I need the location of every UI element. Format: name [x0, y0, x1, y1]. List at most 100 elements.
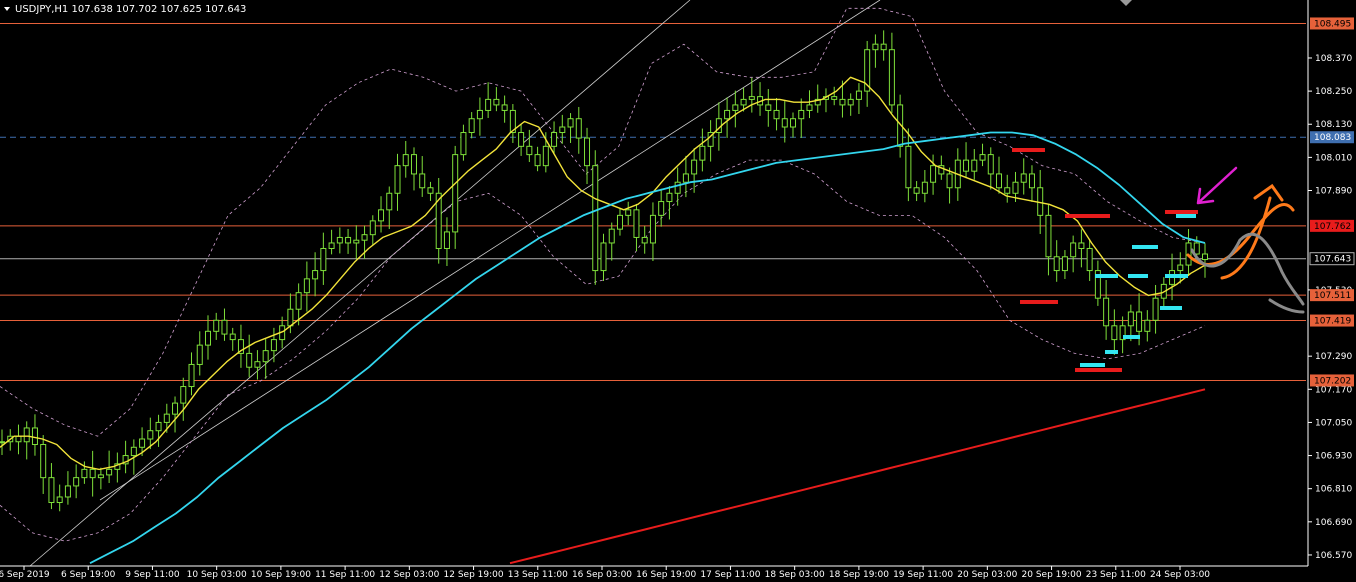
price-tag-label: 107.511 — [1314, 291, 1351, 301]
candle-body — [913, 187, 920, 194]
candle-body — [592, 165, 599, 272]
candle-body — [15, 435, 22, 443]
time-tick-label: 11 Sep 11:00 — [315, 570, 375, 580]
candle-body — [781, 118, 788, 128]
price-tick-label: 108.010 — [1315, 153, 1352, 163]
candle-body — [1086, 247, 1093, 272]
time-tick-label: 20 Sep 19:00 — [1022, 570, 1082, 580]
candle-body — [765, 104, 772, 111]
candle-body — [732, 104, 739, 111]
candle-body — [40, 444, 47, 479]
price-tag-label: 107.419 — [1314, 317, 1351, 327]
candle-body — [501, 104, 508, 111]
candle-body — [361, 234, 368, 241]
candle-body — [806, 104, 813, 111]
candle-body — [567, 118, 574, 128]
candle-body — [649, 214, 656, 244]
time-tick-label: 23 Sep 11:00 — [1086, 570, 1146, 580]
candle-body — [855, 90, 862, 100]
price-tick-label: 106.810 — [1315, 485, 1352, 495]
price-tag-label: 107.762 — [1314, 222, 1351, 232]
candle-body — [1070, 242, 1077, 258]
time-tick-label: 19 Sep 11:00 — [893, 570, 953, 580]
time-tick-label: 6 Sep 19:00 — [61, 570, 116, 580]
candle-body — [369, 220, 376, 236]
candle-body — [254, 361, 261, 368]
candle-body — [1136, 311, 1143, 332]
candle-body — [666, 192, 673, 203]
candle-body — [221, 319, 228, 335]
candle-body — [921, 181, 928, 194]
candle-body — [443, 231, 450, 249]
price-tick-label: 108.250 — [1315, 87, 1352, 97]
candle-body — [328, 242, 335, 249]
candle-body — [905, 145, 912, 189]
candle-body — [106, 468, 113, 476]
candle-body — [312, 270, 319, 280]
candle-body — [987, 154, 994, 175]
candle-body — [1127, 311, 1134, 327]
candle-body — [48, 477, 55, 503]
candle-body — [188, 363, 195, 388]
candle-body — [1202, 253, 1208, 261]
candle-body — [1028, 173, 1035, 189]
price-tick-label: 107.170 — [1315, 385, 1352, 395]
candle-body — [427, 187, 434, 194]
candle-body — [56, 496, 63, 503]
time-tick-label: 17 Sep 11:00 — [700, 570, 760, 580]
candle-body — [996, 173, 1003, 189]
candle-body — [534, 154, 541, 167]
candle-body — [847, 98, 854, 106]
candle-body — [23, 427, 30, 443]
candle-body — [963, 159, 970, 172]
candle-body — [97, 474, 104, 479]
candle-body — [246, 352, 253, 368]
time-tick-label: 16 Sep 19:00 — [636, 570, 696, 580]
price-tick-label: 107.890 — [1315, 187, 1352, 197]
candle-body — [394, 165, 401, 194]
time-tick-label: 20 Sep 03:00 — [957, 570, 1017, 580]
candle-body — [641, 236, 648, 244]
candle-body — [172, 402, 179, 415]
candle-body — [402, 154, 409, 167]
candle-body — [839, 98, 846, 106]
candle-body — [724, 109, 731, 120]
candle-body — [229, 333, 236, 341]
candle-body — [740, 98, 747, 106]
candle-body — [526, 145, 533, 156]
candle-body — [320, 247, 327, 272]
candle-body — [419, 173, 426, 189]
candle-body — [1144, 319, 1151, 332]
candle-body — [452, 154, 459, 233]
candle-body — [608, 228, 615, 244]
candle-body — [1177, 264, 1184, 272]
candle-body — [575, 118, 582, 139]
candle-body — [1061, 256, 1068, 272]
candle-body — [682, 173, 689, 183]
time-tick-label: 13 Sep 11:00 — [508, 570, 568, 580]
candle-body — [888, 49, 895, 106]
price-tick-label: 108.130 — [1315, 120, 1352, 130]
candle-body — [64, 485, 71, 498]
candle-body — [625, 209, 632, 216]
price-tick-label: 107.290 — [1315, 352, 1352, 362]
price-tick-label: 106.570 — [1315, 551, 1352, 561]
price-tag-label: 108.083 — [1314, 133, 1351, 143]
candle-body — [1004, 187, 1011, 194]
candle-body — [616, 214, 623, 230]
candle-body — [1111, 325, 1118, 341]
candle-body — [1045, 214, 1052, 258]
candle-body — [633, 209, 640, 238]
candle-body — [946, 173, 953, 189]
candle-body — [584, 137, 591, 167]
candle-body — [1012, 181, 1019, 194]
price-tag-label: 107.202 — [1314, 376, 1351, 386]
candle-body — [1053, 256, 1060, 272]
candle-body — [518, 132, 525, 147]
candle-body — [262, 350, 269, 363]
candle-body — [139, 438, 146, 448]
candle-body — [930, 165, 937, 183]
candle-body — [345, 236, 352, 244]
candle-body — [1020, 173, 1027, 183]
time-tick-label: 12 Sep 03:00 — [379, 570, 439, 580]
